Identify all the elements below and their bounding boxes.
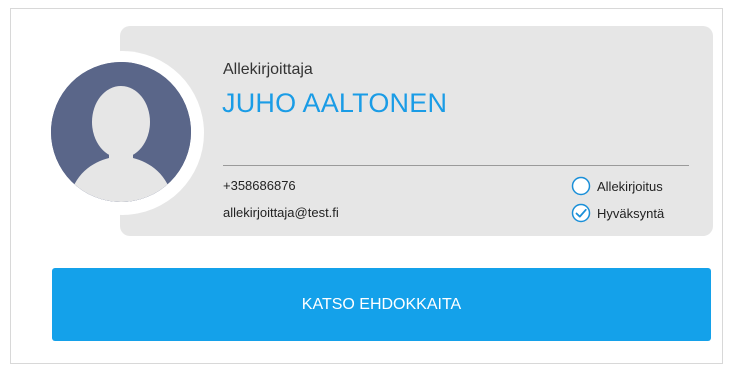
divider [223,165,689,166]
option-allekirjoitus[interactable]: Allekirjoitus [571,176,663,196]
signer-role-label: Allekirjoittaja [223,61,313,78]
avatar [51,62,191,202]
empty-circle-icon[interactable] [571,176,591,196]
person-silhouette-icon [51,62,191,202]
view-candidates-button[interactable]: KATSO EHDOKKAITA [52,268,711,341]
option-hyvaksynta[interactable]: Hyväksyntä [571,203,664,223]
option-label: Hyväksyntä [597,205,665,221]
option-label: Allekirjoitus [597,178,663,194]
signer-email: allekirjoittaja@test.fi [223,205,339,220]
signer-name: JUHO AALTONEN [222,88,448,118]
checked-circle-icon[interactable] [571,203,591,223]
signer-phone: +358686876 [223,178,296,193]
